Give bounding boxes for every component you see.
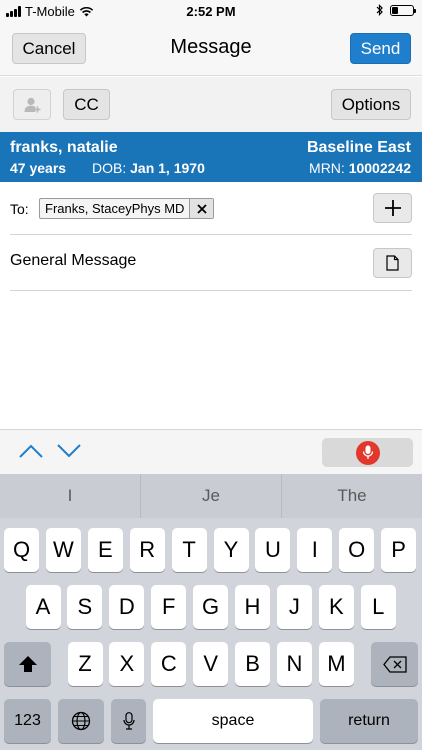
dob-label: DOB:	[92, 160, 127, 176]
key-j[interactable]: J	[276, 585, 312, 629]
key-n[interactable]: N	[277, 642, 312, 686]
chevron-down-icon[interactable]	[56, 443, 82, 459]
microphone-icon	[122, 712, 135, 730]
key-a[interactable]: A	[25, 585, 61, 629]
key-f[interactable]: F	[151, 585, 187, 629]
battery-fill	[392, 6, 398, 14]
document-icon	[386, 255, 399, 271]
dictation-button[interactable]	[322, 438, 413, 467]
add-person-button[interactable]	[13, 89, 51, 120]
toolbar: CC Options	[0, 77, 422, 132]
key-v[interactable]: V	[193, 642, 229, 686]
backspace-icon	[382, 655, 407, 673]
key-w[interactable]: W	[45, 528, 81, 572]
add-person-icon	[24, 97, 41, 112]
delete-key[interactable]	[371, 642, 418, 686]
key-y[interactable]: Y	[213, 528, 249, 572]
add-recipient-button[interactable]	[373, 193, 412, 223]
key-o[interactable]: O	[339, 528, 375, 572]
status-bar: T-Mobile 2:52 PM	[0, 0, 422, 22]
mic-icon	[355, 440, 380, 465]
dictation-key[interactable]	[111, 699, 146, 743]
nav-bar: Cancel Message Send	[0, 22, 422, 76]
keyboard: I Je The QWERTYUIOPASDFGHJKLZXCVBNM 123 …	[0, 474, 422, 750]
close-icon	[197, 203, 207, 214]
remove-recipient-button[interactable]	[189, 199, 214, 218]
mrn-value: 10002242	[348, 160, 411, 176]
patient-location: Baseline East	[306, 139, 411, 156]
shift-icon	[18, 656, 37, 672]
key-z[interactable]: Z	[67, 642, 103, 686]
key-r[interactable]: R	[129, 528, 165, 572]
message-body[interactable]	[0, 292, 422, 429]
keyboard-accessory-bar	[0, 429, 422, 474]
patient-dob: DOB: Jan 1, 1970	[92, 160, 205, 176]
mrn-label: MRN:	[309, 160, 345, 176]
patient-name: franks, natalie	[10, 139, 118, 156]
return-key[interactable]: return	[320, 699, 418, 743]
space-key[interactable]: space	[153, 699, 313, 743]
send-button[interactable]: Send	[350, 33, 411, 64]
prediction-item[interactable]: Je	[141, 474, 282, 518]
key-x[interactable]: X	[109, 642, 145, 686]
predictive-bar: I Je The	[0, 474, 422, 518]
options-button[interactable]: Options	[331, 89, 411, 120]
key-u[interactable]: U	[255, 528, 291, 572]
globe-icon	[71, 711, 91, 731]
key-d[interactable]: D	[109, 585, 145, 629]
shift-key[interactable]	[4, 642, 51, 686]
key-q[interactable]: Q	[4, 528, 39, 572]
status-right	[376, 4, 416, 16]
bluetooth-icon	[376, 4, 383, 16]
key-p[interactable]: P	[381, 528, 417, 572]
key-b[interactable]: B	[235, 642, 271, 686]
key-e[interactable]: E	[87, 528, 123, 572]
recipient-chip[interactable]: Franks, StaceyPhys MD	[39, 198, 215, 219]
patient-banner: franks, natalie Baseline East 47 years D…	[0, 132, 422, 182]
cc-button[interactable]: CC	[63, 89, 110, 120]
prediction-item[interactable]: I	[0, 474, 141, 518]
chevron-up-icon[interactable]	[18, 443, 44, 459]
dob-value: Jan 1, 1970	[130, 160, 205, 176]
status-time: 2:52 PM	[186, 4, 236, 19]
key-g[interactable]: G	[193, 585, 229, 629]
key-h[interactable]: H	[235, 585, 270, 629]
patient-age: 47 years	[10, 160, 67, 176]
patient-mrn: MRN: 10002242	[309, 160, 411, 176]
key-i[interactable]: I	[297, 528, 333, 572]
plus-icon	[384, 200, 401, 216]
key-k[interactable]: K	[318, 585, 354, 629]
globe-key[interactable]	[58, 699, 104, 743]
template-button[interactable]	[373, 248, 412, 278]
key-s[interactable]: S	[67, 585, 103, 629]
key-m[interactable]: M	[318, 642, 354, 686]
battery-icon	[390, 4, 416, 16]
numbers-key[interactable]: 123	[4, 699, 51, 743]
to-row: To: Franks, StaceyPhys MD	[10, 182, 412, 235]
recipient-name: Franks, StaceyPhys MD	[45, 201, 185, 216]
prediction-item[interactable]: The	[282, 474, 422, 518]
cancel-button[interactable]: Cancel	[12, 33, 86, 64]
subject-row[interactable]: General Message	[10, 236, 412, 291]
subject-field[interactable]: General Message	[10, 252, 136, 270]
key-t[interactable]: T	[171, 528, 207, 572]
to-label: To:	[10, 201, 29, 217]
key-l[interactable]: L	[360, 585, 396, 629]
key-c[interactable]: C	[151, 642, 187, 686]
